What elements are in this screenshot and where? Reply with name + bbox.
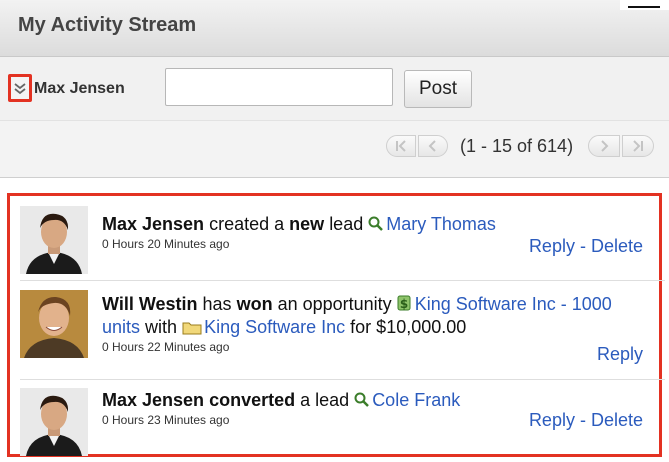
verb-text: created a [209,214,285,234]
feed-item: Max Jensen converted a lead Cole Frank 0… [20,388,665,456]
timestamp: 0 Hours 23 Minutes ago [102,413,230,427]
feed-item-text: Max Jensen created a new lead Mary Thoma… [102,214,496,235]
chevron-double-down-icon [14,83,26,95]
divider [20,379,665,380]
opportunity-link[interactable]: King Software Inc - 1000 [415,294,612,314]
emphasis-text: won [236,294,273,314]
feed-item-text: Max Jensen converted a lead Cole Frank [102,390,460,411]
feed-item: Will Westin has won an opportunity $ Kin… [20,290,665,370]
feed-item-actions: Reply - Delete [529,410,643,431]
opportunity-icon: $ [397,295,411,311]
divider [20,280,665,281]
post-input[interactable] [165,68,393,106]
action-separator: - [574,236,591,256]
avatar [20,206,88,274]
action-separator: - [574,410,591,430]
post-button[interactable]: Post [404,70,472,108]
timestamp: 0 Hours 22 Minutes ago [102,340,230,354]
feed-item: Max Jensen created a new lead Mary Thoma… [20,206,665,276]
lead-link[interactable]: Cole Frank [372,390,460,410]
expand-toggle-button[interactable] [8,74,32,102]
verb-text: has [202,294,232,314]
feed-item-actions: Reply [597,344,643,365]
pagination-info: (1 - 15 of 614) [460,136,574,156]
feed-item-actions: Reply - Delete [529,236,643,257]
actor-name: Max Jensen [102,390,205,410]
svg-text:$: $ [400,297,408,311]
emphasis-text: new [289,214,325,234]
account-icon [182,322,202,335]
first-page-button[interactable] [386,135,416,157]
dashlet-header: My Activity Stream [0,0,669,57]
actor-name: Will Westin [102,294,198,314]
opportunity-link-continued[interactable]: units [102,317,140,337]
avatar [20,290,88,358]
account-link[interactable]: King Software Inc [204,317,345,337]
timestamp: 0 Hours 20 Minutes ago [102,237,230,251]
lead-link[interactable]: Mary Thomas [386,214,496,234]
emphasis-text: converted [209,390,296,410]
feed-item-text-continued: units with King Software Inc for $10,000… [102,317,466,338]
activity-stream-dashlet: My Activity Stream Max Jensen Post (1 - … [0,0,669,462]
reply-link[interactable]: Reply [529,410,575,430]
lead-icon [354,392,370,407]
first-page-icon [396,140,406,152]
last-page-icon [633,140,643,152]
object-text: an opportunity [277,294,392,314]
lead-icon [368,216,384,231]
header-edge-decoration [620,0,669,10]
page-title: My Activity Stream [18,14,197,36]
chevron-left-icon [428,140,436,152]
delete-link[interactable]: Delete [591,236,643,256]
amount-text: for $10,000.00 [350,317,467,337]
feed-item-text: Will Westin has won an opportunity $ Kin… [102,294,612,315]
previous-page-button[interactable] [418,135,448,157]
last-page-button[interactable] [622,135,654,157]
activity-feed: Max Jensen created a new lead Mary Thoma… [7,193,665,457]
chevron-right-icon [601,140,609,152]
current-user-name: Max Jensen [34,80,125,97]
reply-link[interactable]: Reply [529,236,575,256]
reply-link[interactable]: Reply [597,344,643,364]
object-text: a lead [300,390,350,410]
object-text: lead [329,214,364,234]
avatar [20,388,88,456]
next-page-button[interactable] [588,135,620,157]
delete-link[interactable]: Delete [591,410,643,430]
actor-name: Max Jensen [102,214,205,234]
with-text: with [145,317,178,337]
